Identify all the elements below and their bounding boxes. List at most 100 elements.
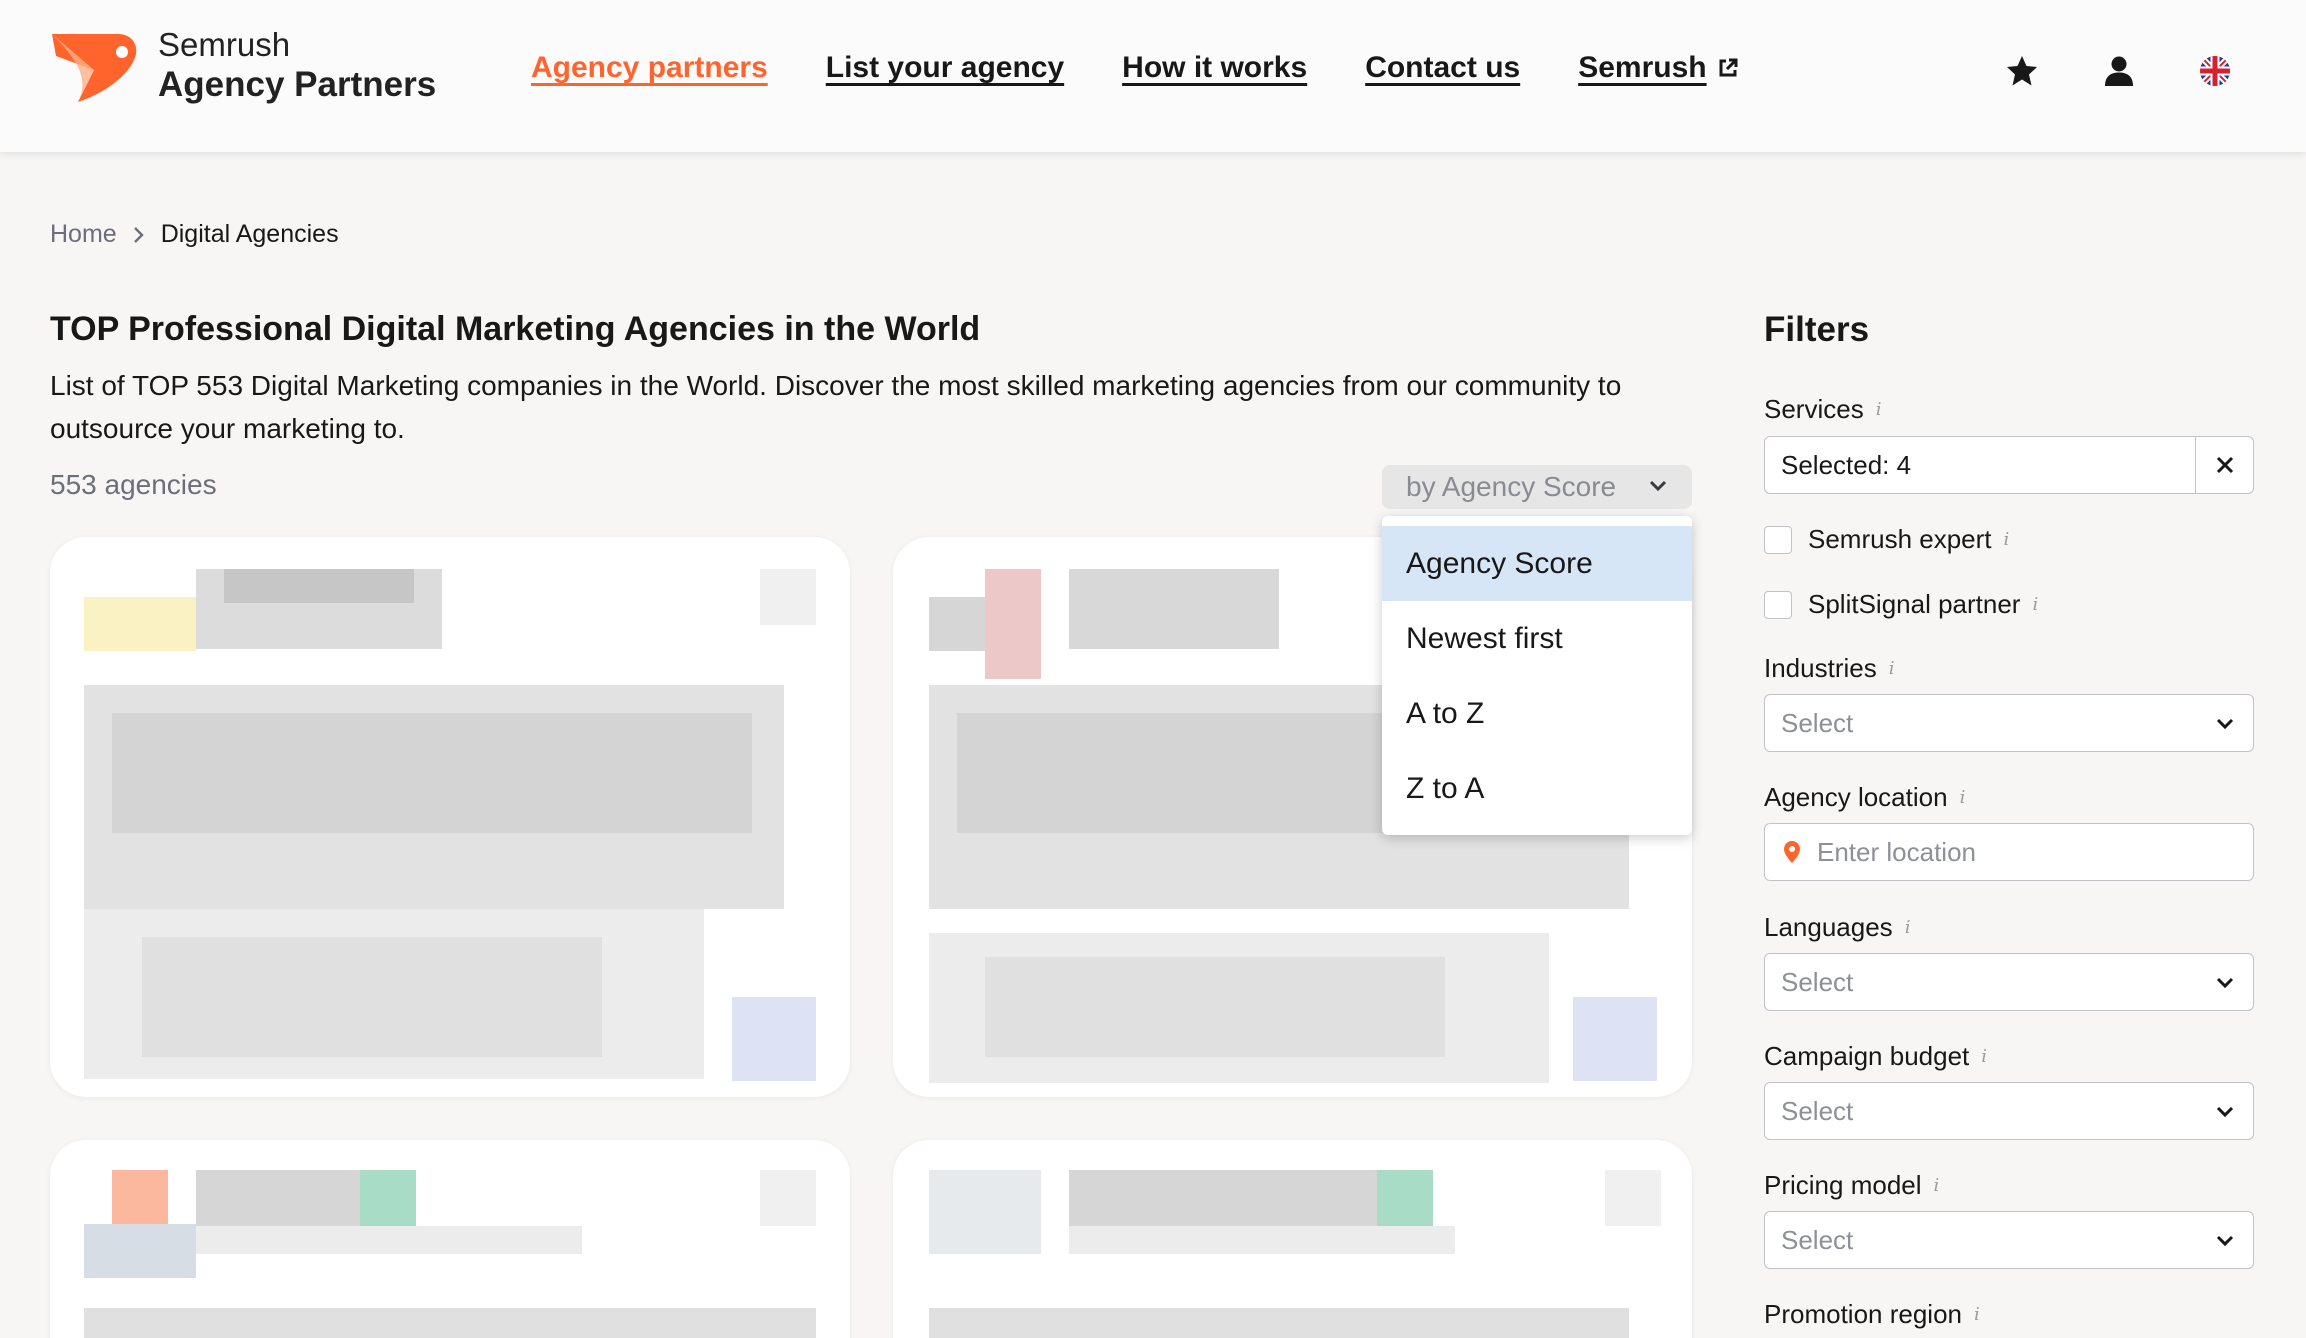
close-icon <box>2216 456 2233 474</box>
location-label: Agency location i <box>1764 782 1965 813</box>
sort-option-a-to-z[interactable]: A to Z <box>1382 676 1692 751</box>
pricing-placeholder: Select <box>1781 1224 1854 1255</box>
blurred-tag <box>360 1170 416 1226</box>
pricing-label-text: Pricing model <box>1764 1170 1922 1200</box>
services-label-text: Services <box>1764 394 1864 424</box>
clear-services-button[interactable] <box>2195 437 2253 493</box>
location-field[interactable] <box>1764 823 2254 881</box>
info-icon[interactable]: i <box>1981 1046 1987 1067</box>
sort-current-label: by Agency Score <box>1406 471 1617 502</box>
blurred-agency-name-dark <box>224 569 414 603</box>
location-input[interactable] <box>1817 836 2217 868</box>
splitsignal-checkbox[interactable] <box>1764 590 1792 619</box>
blurred-logo <box>929 1170 1041 1254</box>
filters-title: Filters <box>1764 310 1870 349</box>
uk-flag-icon[interactable] <box>2198 54 2232 88</box>
info-icon[interactable]: i <box>1934 1175 1940 1196</box>
semrush-expert-checkbox[interactable] <box>1764 525 1792 554</box>
chevron-down-icon <box>1649 480 1667 492</box>
nav-agency-partners[interactable]: Agency partners <box>531 51 768 85</box>
star-icon[interactable] <box>2005 54 2039 88</box>
languages-placeholder: Select <box>1781 966 1854 997</box>
brand-line-1: Semrush <box>158 26 291 63</box>
location-label-text: Agency location <box>1764 782 1948 812</box>
sort-menu: Agency Score Newest first A to Z Z to A <box>1382 516 1692 835</box>
pricing-select[interactable]: Select <box>1764 1211 2254 1269</box>
main-nav: Agency partners List your agency How it … <box>531 51 1739 85</box>
budget-select[interactable]: Select <box>1764 1082 2254 1140</box>
user-icon[interactable] <box>2102 54 2136 88</box>
agency-card[interactable] <box>50 537 850 1097</box>
breadcrumb-home[interactable]: Home <box>50 220 117 249</box>
blurred-agency-name <box>196 1170 376 1226</box>
site-header: Semrush Agency Partners Agency partners … <box>0 0 2306 152</box>
pricing-label: Pricing model i <box>1764 1170 1939 1201</box>
industries-label: Industries i <box>1764 653 1895 684</box>
blurred-tag <box>1377 1170 1433 1226</box>
location-pin-icon <box>1784 841 1800 863</box>
languages-label: Languages i <box>1764 912 1910 943</box>
blurred-logo-accent <box>112 1170 168 1226</box>
nav-list-your-agency[interactable]: List your agency <box>826 51 1064 85</box>
budget-label: Campaign budget i <box>1764 1041 1987 1072</box>
blurred-agency-name <box>1069 1170 1379 1226</box>
semrush-logo-icon[interactable] <box>48 30 144 108</box>
budget-placeholder: Select <box>1781 1095 1854 1126</box>
nav-how-it-works[interactable]: How it works <box>1122 51 1307 85</box>
info-icon[interactable]: i <box>1876 399 1882 420</box>
chevron-down-icon <box>2216 1235 2234 1247</box>
breadcrumb-current: Digital Agencies <box>160 220 339 248</box>
languages-select[interactable]: Select <box>1764 953 2254 1011</box>
semrush-expert-filter: Semrush expert i <box>1764 524 2009 555</box>
languages-label-text: Languages <box>1764 912 1893 942</box>
blurred-badge <box>732 997 816 1081</box>
services-select[interactable]: Selected: 4 <box>1764 436 2254 494</box>
services-selected-value: Selected: 4 <box>1781 449 1912 480</box>
region-label: Promotion region i <box>1764 1299 1980 1330</box>
blurred-logo-accent <box>985 569 1041 679</box>
info-icon[interactable]: i <box>1905 917 1911 938</box>
blurred-description <box>84 1308 816 1338</box>
services-label: Services i <box>1764 394 1881 425</box>
industries-select[interactable]: Select <box>1764 694 2254 752</box>
nav-semrush-label: Semrush <box>1578 51 1707 84</box>
info-icon[interactable]: i <box>2004 529 2010 550</box>
chevron-down-icon <box>2216 1106 2234 1118</box>
sort-option-agency-score[interactable]: Agency Score <box>1382 526 1692 601</box>
blurred-services-dark <box>142 937 602 1057</box>
splitsignal-filter: SplitSignal partner i <box>1764 589 2038 620</box>
external-link-icon <box>1719 58 1738 77</box>
breadcrumb: Home Digital Agencies <box>50 220 339 249</box>
info-icon[interactable]: i <box>1960 787 1966 808</box>
page-title: TOP Professional Digital Marketing Agenc… <box>50 310 981 348</box>
agency-count: 553 agencies <box>50 469 217 500</box>
nav-semrush[interactable]: Semrush <box>1578 51 1738 85</box>
blurred-favorite <box>760 1170 816 1226</box>
budget-label-text: Campaign budget <box>1764 1041 1970 1071</box>
blurred-services-dark <box>985 957 1445 1057</box>
region-label-text: Promotion region <box>1764 1299 1962 1329</box>
brand-line-2: Agency Partners <box>158 65 437 104</box>
page-description: List of TOP 553 Digital Marketing compan… <box>50 370 1622 444</box>
blurred-description-dark <box>112 713 752 833</box>
blurred-logo <box>84 1224 196 1278</box>
blurred-badge <box>1573 997 1657 1081</box>
agency-card[interactable] <box>893 1140 1692 1338</box>
blurred-favorite <box>760 569 816 625</box>
blurred-subtitle <box>1069 1226 1455 1254</box>
blurred-agency-name <box>1069 569 1279 649</box>
info-icon[interactable]: i <box>1889 658 1895 679</box>
sort-option-z-to-a[interactable]: Z to A <box>1382 751 1692 826</box>
sort-dropdown-button[interactable]: by Agency Score <box>1382 465 1692 509</box>
splitsignal-label: SplitSignal partner <box>1808 589 2021 619</box>
info-icon[interactable]: i <box>1974 1304 1980 1325</box>
brand-name[interactable]: Semrush Agency Partners <box>158 28 436 102</box>
industries-label-text: Industries <box>1764 653 1877 683</box>
agency-card[interactable] <box>50 1140 850 1338</box>
info-icon[interactable]: i <box>2032 594 2038 615</box>
blurred-description <box>929 1308 1629 1338</box>
chevron-right-icon <box>133 226 144 243</box>
sort-option-newest-first[interactable]: Newest first <box>1382 601 1692 676</box>
nav-contact-us[interactable]: Contact us <box>1365 51 1520 85</box>
blurred-subtitle <box>196 1226 582 1254</box>
